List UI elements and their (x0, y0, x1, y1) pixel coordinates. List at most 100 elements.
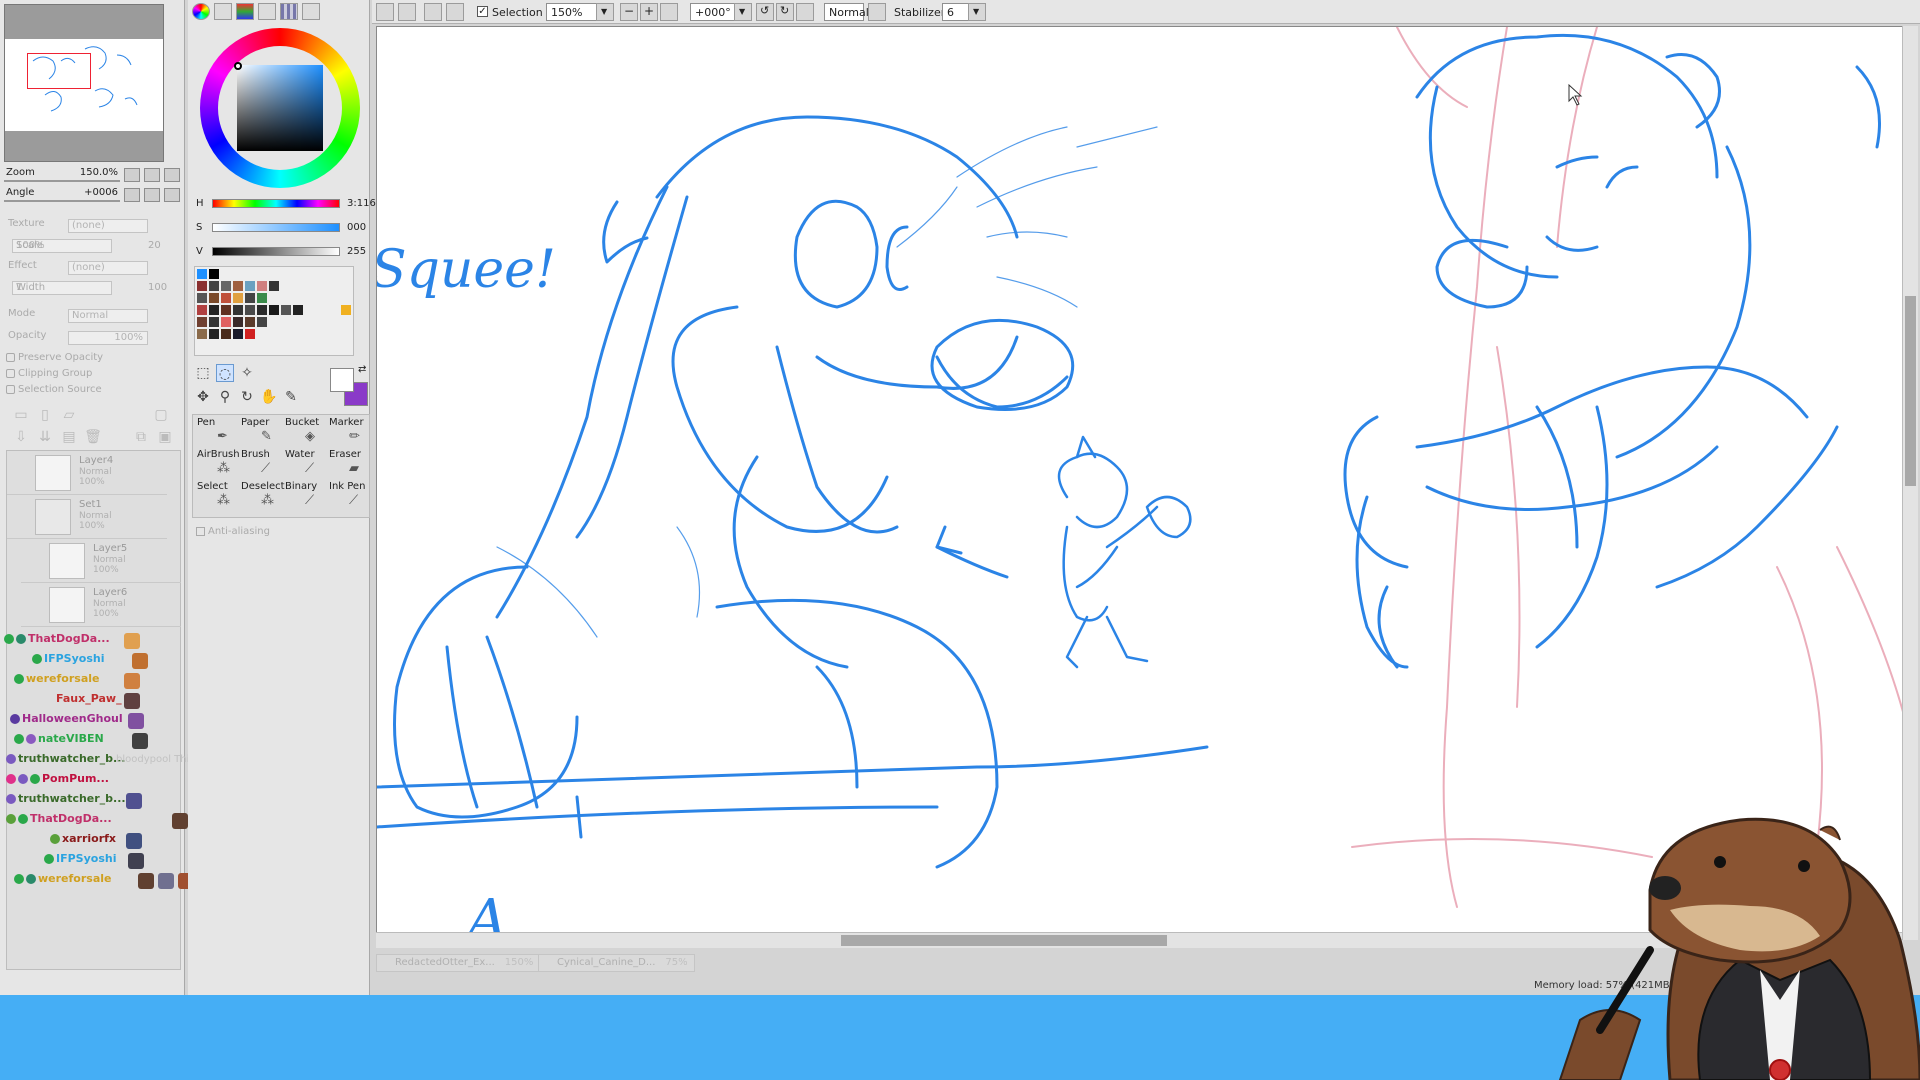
foreground-color[interactable] (330, 368, 354, 392)
zoom-in-button[interactable]: + (640, 3, 658, 21)
mask-icon[interactable]: ▣ (156, 428, 174, 446)
clipping-group-box[interactable] (6, 368, 15, 378)
rotation-dropdown-button[interactable]: ▼ (734, 3, 752, 21)
swatch[interactable] (221, 293, 231, 303)
zoom-in-button[interactable] (144, 168, 160, 182)
saturation-value-square[interactable] (237, 65, 323, 151)
tool-eraser[interactable]: Eraser ▰ (327, 449, 371, 481)
zoom-track[interactable] (4, 180, 120, 182)
rect-select-icon[interactable]: ⬚ (194, 364, 212, 382)
rotate-cw-button[interactable]: ↻ (776, 3, 794, 21)
swatch[interactable] (233, 293, 243, 303)
new-set-icon[interactable]: ▯ (36, 406, 54, 424)
preserve-opacity-checkbox[interactable]: Preserve Opacity (6, 352, 103, 366)
scratchpad-tab-icon[interactable] (280, 3, 298, 20)
swatch[interactable] (233, 281, 243, 291)
layer-row[interactable]: Layer6 Normal 100% (21, 583, 181, 627)
swatch[interactable] (233, 305, 243, 315)
swatch[interactable] (293, 305, 303, 315)
vertical-scroll-thumb[interactable] (1905, 296, 1916, 486)
swatch[interactable] (209, 281, 219, 291)
redo-button[interactable] (398, 3, 416, 21)
layer-options-icon[interactable]: ▢ (152, 406, 170, 424)
blend-mode-select[interactable]: Normal (824, 3, 869, 21)
mode-select[interactable]: Normal (68, 309, 148, 323)
effect-select[interactable]: (none) (68, 261, 148, 275)
hand-icon[interactable]: ✋ (260, 388, 278, 406)
swatch-grid[interactable] (194, 266, 354, 356)
zoom-dropdown-button[interactable]: ▼ (596, 3, 614, 21)
layer-row[interactable]: Layer4 Normal 100% (7, 451, 167, 495)
navigator-view-rect[interactable] (27, 53, 91, 89)
color-wheel-tab-icon[interactable] (192, 3, 210, 20)
swatch[interactable] (269, 305, 279, 315)
rotate-right-button[interactable] (144, 188, 160, 202)
document-tab[interactable]: RedactedOtter_Ex... 150% (376, 954, 541, 972)
new-layer-icon[interactable]: ▭ (12, 406, 30, 424)
rotate-ccw-button[interactable]: ↺ (756, 3, 774, 21)
value-bar[interactable] (212, 247, 340, 256)
swatch[interactable] (245, 293, 255, 303)
hsv-slider-tab-icon[interactable] (236, 3, 254, 20)
color-wheel[interactable] (200, 28, 360, 188)
tool-water[interactable]: Water ⟋ (283, 449, 327, 481)
rotation-select[interactable]: +000° (690, 3, 740, 21)
tool-paper[interactable]: Paper ✎ (239, 417, 283, 449)
swatch[interactable] (197, 329, 207, 339)
zoom-fit-button[interactable] (660, 3, 678, 21)
hue-slider[interactable]: H 3:116 (192, 196, 376, 214)
saturation-bar[interactable] (212, 223, 340, 232)
swatch[interactable] (257, 281, 267, 291)
swatch[interactable] (245, 305, 255, 315)
swatch[interactable] (209, 317, 219, 327)
undo-button[interactable] (376, 3, 394, 21)
navigator[interactable] (4, 4, 164, 162)
anti-aliasing-checkbox[interactable]: Anti-aliasing (196, 526, 270, 537)
duplicate-icon[interactable]: ⧉ (132, 428, 150, 446)
rotate-left-button[interactable] (124, 188, 140, 202)
selection-source-box[interactable] (6, 384, 15, 394)
flip-button[interactable] (868, 3, 886, 21)
tool-brush[interactable]: Brush ⟋ (239, 449, 283, 481)
swatch[interactable] (257, 293, 267, 303)
layer-row[interactable]: Set1 Normal 100% (7, 495, 167, 539)
selection-source-checkbox[interactable]: Selection Source (6, 384, 102, 398)
lasso-select-icon[interactable]: ◌ (216, 364, 234, 382)
swatch[interactable] (221, 329, 231, 339)
rotate-icon[interactable]: ↻ (238, 388, 256, 406)
layer-row[interactable]: Layer5 Normal 100% (21, 539, 181, 583)
swatch[interactable] (221, 305, 231, 315)
transfer-icon[interactable]: ⇩ (12, 428, 30, 446)
deselect-button[interactable] (424, 3, 442, 21)
preserve-opacity-box[interactable] (6, 352, 15, 362)
zoom-out-button[interactable]: − (620, 3, 638, 21)
swatch[interactable] (197, 317, 207, 327)
swatch[interactable] (209, 293, 219, 303)
color-picker-handle[interactable] (234, 62, 242, 70)
clear-icon[interactable]: ▤ (60, 428, 78, 446)
document-tab[interactable]: Cynical_Canine_D... 75% (538, 954, 695, 972)
zoom-icon[interactable]: ⚲ (216, 388, 234, 406)
hue-bar[interactable] (212, 199, 340, 208)
swatch[interactable] (197, 269, 207, 279)
anti-aliasing-box[interactable] (196, 526, 205, 536)
tool-binary[interactable]: Binary ⟋ (283, 481, 327, 513)
swatch[interactable] (233, 317, 243, 327)
zoom-out-button[interactable] (124, 168, 140, 182)
swatch-tab-icon[interactable] (258, 3, 276, 20)
swatch[interactable] (245, 329, 255, 339)
tool-select[interactable]: Select ⁂ (195, 481, 239, 513)
angle-track[interactable] (4, 200, 120, 202)
stabilizer-dropdown-button[interactable]: ▼ (968, 3, 986, 21)
horizontal-scroll-thumb[interactable] (841, 935, 1167, 946)
clipping-group-checkbox[interactable]: Clipping Group (6, 368, 92, 382)
saturation-slider[interactable]: S 000 (192, 220, 372, 238)
tool-bucket[interactable]: Bucket ◈ (283, 417, 327, 449)
swatch[interactable] (209, 305, 219, 315)
selection-checkbox[interactable]: ✓ (477, 6, 488, 17)
move-icon[interactable]: ✥ (194, 388, 212, 406)
tool-deselect[interactable]: Deselect ⁂ (239, 481, 285, 513)
swatch[interactable] (245, 281, 255, 291)
tool-ink-pen[interactable]: Ink Pen ⟋ (327, 481, 371, 513)
swap-colors-icon[interactable]: ⇄ (358, 364, 366, 375)
